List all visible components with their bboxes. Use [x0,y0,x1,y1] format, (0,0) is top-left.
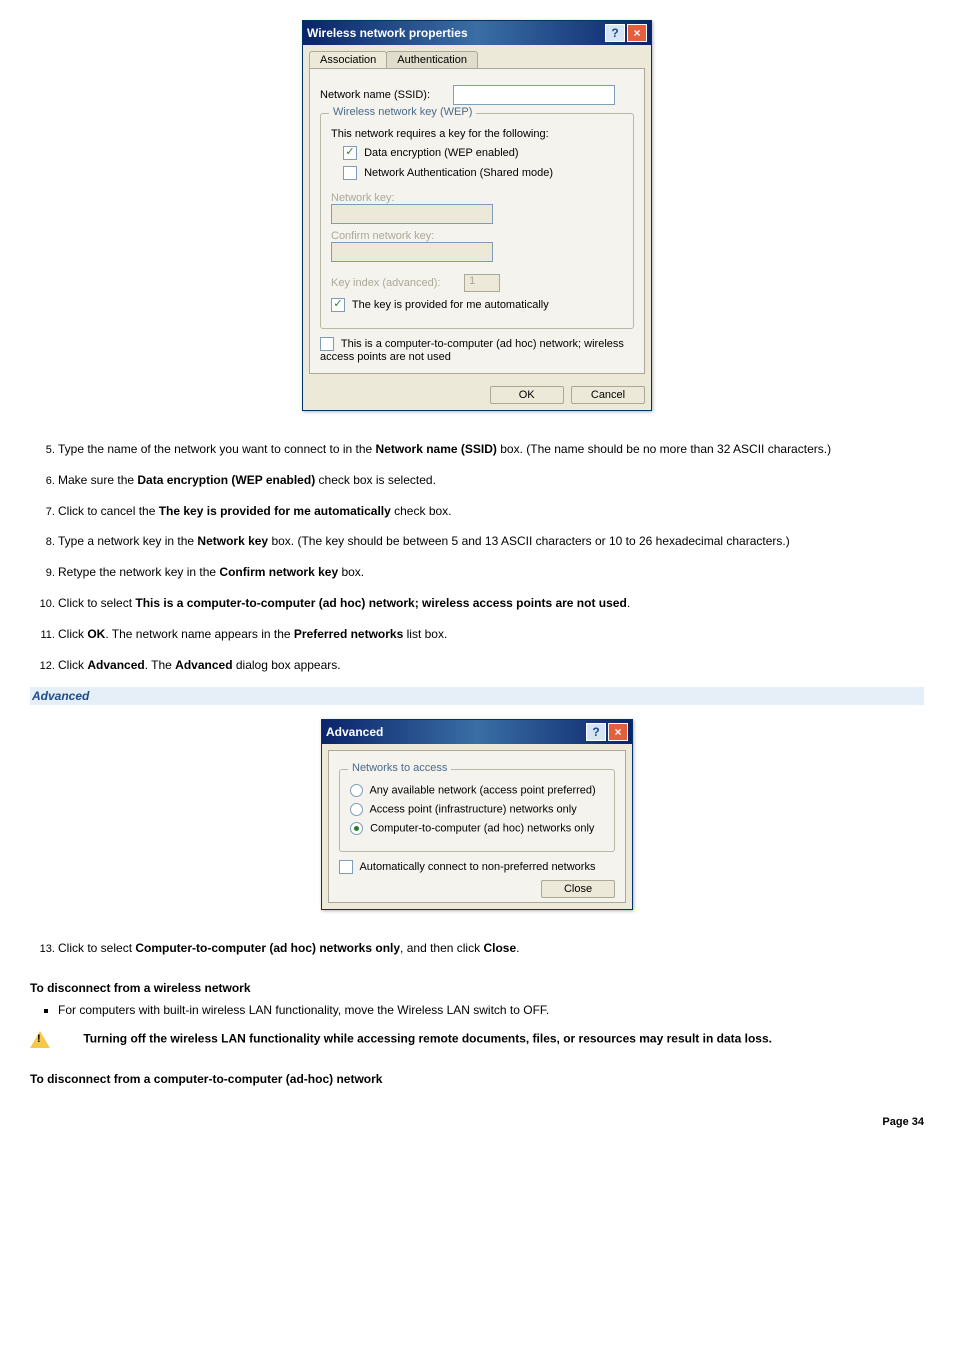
page-number: Page 34 [30,1116,924,1128]
radio-any-available[interactable] [350,784,363,797]
close-button[interactable]: Close [541,880,615,898]
confirm-key-label: Confirm network key: [331,230,461,242]
disconnect-bullets: For computers with built-in wireless LAN… [30,1003,924,1017]
data-encryption-label: Data encryption (WEP enabled) [364,147,519,159]
advanced-title: Advanced [326,725,584,739]
networks-to-access-fieldset: Networks to access Any available network… [339,769,615,852]
key-index-label: Key index (advanced): [331,277,461,289]
ssid-input[interactable] [453,85,615,105]
adhoc-label: This is a computer-to-computer (ad hoc) … [320,338,624,363]
network-key-label: Network key: [331,192,461,204]
ssid-label: Network name (SSID): [320,89,450,101]
step-13: Click to select Computer-to-computer (ad… [58,940,924,957]
tab-authentication[interactable]: Authentication [386,51,478,68]
step-11: Click OK. The network name appears in th… [58,626,924,643]
adhoc-checkbox[interactable] [320,337,334,351]
cancel-button[interactable]: Cancel [571,386,645,404]
radio-any-available-label: Any available network (access point pref… [369,785,595,797]
step-5: Type the name of the network you want to… [58,441,924,458]
dialog-titlebar: Wireless network properties ? × [303,21,651,45]
radio-access-point[interactable] [350,803,363,816]
auto-connect-label: Automatically connect to non-preferred n… [359,861,595,873]
disconnect-wireless-header: To disconnect from a wireless network [30,981,924,995]
network-auth-checkbox[interactable] [343,166,357,180]
wep-legend: Wireless network key (WEP) [329,106,476,118]
radio-adhoc[interactable] [350,822,363,835]
step-8: Type a network key in the Network key bo… [58,533,924,550]
warning-icon [30,1031,50,1048]
network-key-input[interactable] [331,204,493,224]
step-6: Make sure the Data encryption (WEP enabl… [58,472,924,489]
auto-key-checkbox[interactable]: ✓ [331,298,345,312]
steps-list-2: Click to select Computer-to-computer (ad… [30,940,924,957]
warning-text: Turning off the wireless LAN functionali… [83,1032,772,1046]
step-12: Click Advanced. The Advanced dialog box … [58,657,924,674]
steps-list-1: Type the name of the network you want to… [30,441,924,673]
radio-access-point-label: Access point (infrastructure) networks o… [369,804,576,816]
step-7: Click to cancel the The key is provided … [58,503,924,520]
confirm-key-input[interactable] [331,242,493,262]
advanced-body: Networks to access Any available network… [328,750,626,903]
advanced-section-header: Advanced [30,687,924,705]
tab-association[interactable]: Association [309,51,387,68]
auto-key-label: The key is provided for me automatically [352,299,549,311]
close-icon[interactable]: × [608,723,628,741]
advanced-dialog: Advanced ? × Networks to access Any avai… [321,719,633,910]
radio-adhoc-label: Computer-to-computer (ad hoc) networks o… [370,823,594,835]
ok-button[interactable]: OK [490,386,564,404]
advanced-titlebar: Advanced ? × [322,720,632,744]
disconnect-adhoc-header: To disconnect from a computer-to-compute… [30,1072,924,1086]
warning-block: Turning off the wireless LAN functionali… [30,1031,924,1048]
networks-legend: Networks to access [348,762,451,774]
dialog-title: Wireless network properties [307,26,603,40]
tabs: AssociationAuthentication [303,45,651,68]
close-icon[interactable]: × [627,24,647,42]
wireless-properties-dialog: Wireless network properties ? × Associat… [302,20,652,411]
key-index-spinner[interactable]: 1 [464,274,500,292]
auto-connect-checkbox[interactable] [339,860,353,874]
help-icon[interactable]: ? [605,24,625,42]
step-10: Click to select This is a computer-to-co… [58,595,924,612]
requires-text: This network requires a key for the foll… [331,128,623,140]
dialog-body: Network name (SSID): Wireless network ke… [309,68,645,374]
data-encryption-checkbox[interactable]: ✓ [343,146,357,160]
help-icon[interactable]: ? [586,723,606,741]
dialog-buttons: OK Cancel [303,380,651,410]
network-auth-label: Network Authentication (Shared mode) [364,167,553,179]
step-9: Retype the network key in the Confirm ne… [58,564,924,581]
disconnect-bullet-1: For computers with built-in wireless LAN… [58,1003,924,1017]
wep-fieldset: Wireless network key (WEP) This network … [320,113,634,329]
